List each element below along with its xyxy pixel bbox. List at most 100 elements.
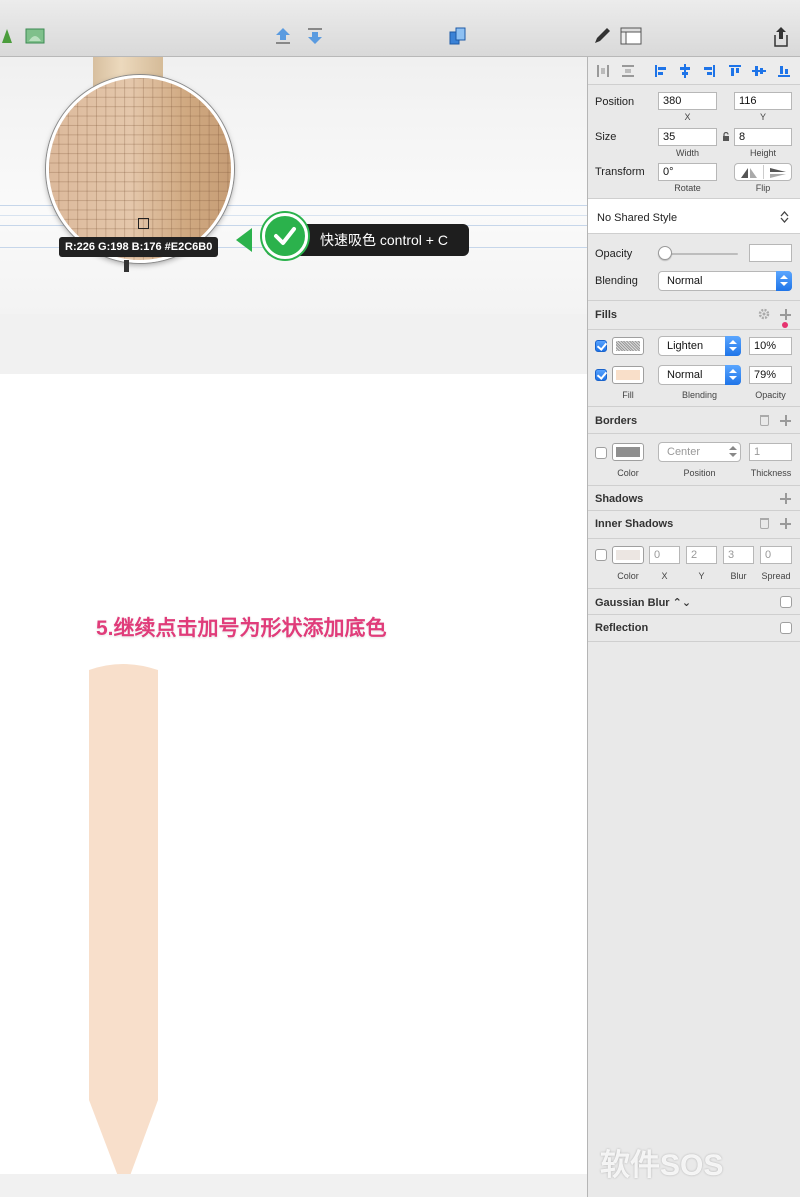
click-indicator-dot [782, 322, 788, 328]
fill-1-blending-select[interactable]: Lighten [658, 336, 741, 356]
canvas[interactable]: R:226 G:198 B:176 #E2C6B0 快速吸色 control +… [0, 57, 587, 1197]
border-checkbox[interactable] [595, 447, 607, 459]
add-shadow-plus-icon[interactable] [780, 493, 791, 504]
mask-shape-icon[interactable] [24, 26, 46, 48]
border-position-select[interactable]: Center [658, 442, 741, 462]
canvas-background [0, 1174, 587, 1197]
export-icon[interactable] [772, 26, 794, 48]
canvas-background [0, 314, 587, 374]
add-fill-plus-icon[interactable] [780, 309, 791, 320]
pen-icon[interactable] [592, 26, 614, 48]
blending-stepper-icon [776, 271, 792, 291]
fill-2-blending-value: Normal [667, 369, 703, 381]
blending-select[interactable]: Normal [658, 271, 792, 291]
inner-shadow-spread-caption: Spread [761, 571, 791, 581]
distribute-horizontal-icon[interactable] [596, 64, 610, 78]
inner-shadow-blur-caption: Blur [730, 571, 747, 581]
gaussian-blur-checkbox[interactable] [780, 596, 792, 608]
borders-header: Borders [588, 406, 800, 434]
distribute-vertical-icon[interactable] [621, 64, 635, 78]
trash-icon[interactable] [760, 415, 769, 426]
fill-1-blending-value: Lighten [667, 340, 704, 352]
inner-shadow-x-field[interactable]: 0 [649, 546, 680, 564]
gaussian-blur-row[interactable]: Gaussian Blur ⌃⌄ [588, 588, 800, 615]
flip-vertical-icon[interactable] [769, 167, 787, 179]
view-icon[interactable] [620, 26, 642, 48]
align-top-icon[interactable] [728, 64, 742, 78]
fill-2-opacity-field[interactable]: 79% [749, 366, 792, 384]
border-position-caption: Position [683, 468, 716, 478]
shortcut-callout: 快速吸色 control + C [236, 213, 469, 259]
size-label: Size [595, 131, 617, 143]
borders-title: Borders [595, 415, 638, 427]
shared-style-value: No Shared Style [597, 212, 678, 224]
inner-shadow-x-caption: X [661, 571, 668, 581]
mirror-icon[interactable] [448, 26, 470, 48]
toolbar [0, 0, 800, 57]
chevron-updown-icon [780, 211, 789, 223]
add-border-plus-icon[interactable] [780, 415, 791, 426]
fill-1-checkbox[interactable] [595, 340, 607, 352]
inner-shadow-swatch[interactable] [612, 546, 644, 564]
trash-icon[interactable] [760, 518, 769, 529]
inner-shadow-y-field[interactable]: 2 [686, 546, 717, 564]
rotate-caption: Rotate [674, 183, 701, 193]
border-position-value: Center [667, 446, 701, 458]
size-height-caption: Height [749, 148, 776, 158]
fill-2-checkbox[interactable] [595, 369, 607, 381]
color-picker-loupe [46, 75, 234, 263]
forward-icon[interactable] [273, 26, 295, 48]
align-bottom-icon[interactable] [777, 64, 791, 78]
inner-shadow-checkbox[interactable] [595, 549, 607, 561]
flip-divider [763, 165, 764, 179]
size-width-field[interactable]: 35 [658, 128, 717, 146]
size-width-caption: Width [675, 148, 699, 158]
inner-shadow-blur-field[interactable]: 3 [723, 546, 754, 564]
reflection-checkbox[interactable] [780, 622, 792, 634]
align-center-horizontal-icon[interactable] [678, 64, 692, 78]
fills-title: Fills [595, 309, 618, 321]
border-thickness-field[interactable]: 1 [749, 443, 792, 461]
position-x-caption: X [684, 112, 691, 122]
backward-icon[interactable] [305, 26, 327, 48]
fill-2-blending-stepper-icon [725, 365, 741, 385]
align-right-icon[interactable] [702, 64, 716, 78]
alignment-toolbar [588, 57, 800, 85]
opacity-slider-knob[interactable] [658, 246, 672, 260]
position-y-field[interactable]: 116 [734, 92, 792, 110]
align-middle-vertical-icon[interactable] [752, 64, 766, 78]
noise-swatch [616, 341, 640, 351]
gear-icon[interactable] [758, 308, 770, 320]
step-note: 5.继续点击加号为形状添加底色 [96, 617, 387, 640]
shadows-title: Shadows [595, 493, 644, 505]
fill-2-swatch[interactable] [612, 366, 644, 384]
loupe-target-pixel [138, 218, 149, 229]
border-color [616, 447, 640, 457]
shared-style-select[interactable]: No Shared Style [588, 198, 800, 234]
opacity-column-caption: Opacity [755, 390, 786, 400]
fill-column-caption: Fill [622, 390, 634, 400]
check-icon [262, 213, 308, 259]
inner-shadow-spread-field[interactable]: 0 [760, 546, 792, 564]
reflection-row[interactable]: Reflection [588, 615, 800, 642]
blending-value: Normal [667, 275, 703, 287]
fill-1-opacity-field[interactable]: 10% [749, 337, 792, 355]
flip-caption: Flip [755, 183, 771, 193]
align-left-icon[interactable] [654, 64, 668, 78]
lock-icon[interactable] [722, 132, 730, 142]
opacity-field[interactable] [749, 244, 792, 262]
flip-horizontal-icon[interactable] [740, 167, 758, 179]
inner-shadows-title: Inner Shadows [595, 518, 674, 530]
fill-1-swatch[interactable] [612, 337, 644, 355]
size-height-field[interactable]: 8 [734, 128, 792, 146]
fill-1-blending-stepper-icon [725, 336, 741, 356]
tree-icon[interactable] [0, 27, 22, 49]
position-x-field[interactable]: 380 [658, 92, 717, 110]
add-inner-shadow-plus-icon[interactable] [780, 518, 791, 529]
inner-shadow-color-caption: Color [617, 571, 639, 581]
border-swatch[interactable] [612, 443, 644, 461]
loupe-stem [124, 260, 129, 272]
pencil-shape[interactable] [88, 662, 160, 1194]
rotate-field[interactable]: 0° [658, 163, 717, 181]
fill-2-blending-select[interactable]: Normal [658, 365, 741, 385]
